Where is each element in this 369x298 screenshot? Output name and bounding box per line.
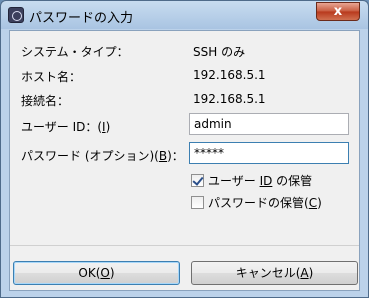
- host-value: 192.168.5.1: [193, 68, 266, 82]
- password-label: パスワード (オプション)(B)：: [21, 149, 184, 163]
- ok-button[interactable]: OK(O): [13, 261, 180, 285]
- connection-value: 192.168.5.1: [193, 92, 266, 106]
- dialog-body: システム・タイプ： SSH のみ ホスト名： 192.168.5.1 接続名： …: [9, 30, 360, 291]
- checkbox-checked-icon[interactable]: [191, 173, 204, 187]
- checkbox-unchecked-icon[interactable]: [191, 195, 204, 209]
- save-user-id-checkbox[interactable]: ユーザー ID の保管: [191, 172, 312, 188]
- close-button[interactable]: x: [316, 2, 360, 21]
- host-label: ホスト名：: [21, 70, 82, 84]
- save-password-checkbox[interactable]: パスワードの保管(C): [191, 194, 322, 210]
- password-dialog: パスワードの入力 x システム・タイプ： SSH のみ ホスト名： 192.16…: [0, 0, 369, 298]
- system-type-label: システム・タイプ：: [21, 45, 129, 59]
- cancel-button[interactable]: キャンセル(A): [191, 261, 358, 285]
- user-id-label: ユーザー ID：(I): [21, 120, 111, 134]
- system-type-value: SSH のみ: [193, 45, 246, 59]
- app-icon: [8, 7, 24, 23]
- user-id-field[interactable]: admin: [189, 113, 349, 135]
- connection-label: 接続名：: [21, 94, 70, 108]
- separator: [10, 245, 359, 246]
- password-field[interactable]: *****: [189, 142, 349, 164]
- save-user-id-label: ユーザー ID の保管: [208, 173, 313, 188]
- window-title: パスワードの入力: [29, 11, 134, 26]
- save-password-label: パスワードの保管(C): [208, 195, 322, 210]
- title-bar[interactable]: パスワードの入力 x: [1, 1, 368, 29]
